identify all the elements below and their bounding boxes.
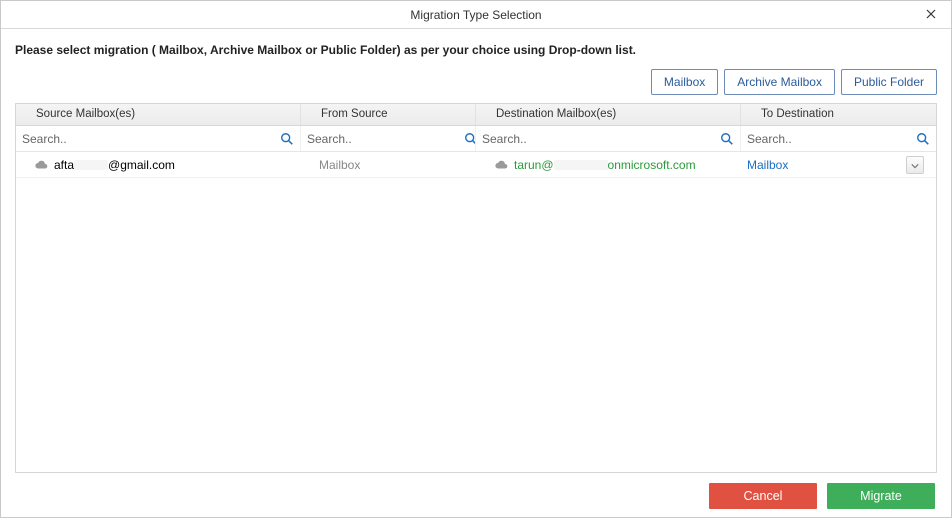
col-header-to[interactable]: To Destination	[741, 104, 936, 125]
chevron-down-icon	[911, 158, 919, 172]
dest-mail-prefix: tarun@	[514, 158, 554, 172]
search-to-input[interactable]	[745, 128, 914, 150]
title-bar: Migration Type Selection	[1, 1, 951, 29]
to-destination-dropdown[interactable]	[906, 156, 924, 174]
window-title: Migration Type Selection	[410, 8, 541, 22]
redacted-region	[74, 160, 108, 170]
from-source-cell: Mailbox	[301, 158, 476, 172]
search-icon[interactable]	[278, 130, 296, 148]
col-header-dest[interactable]: Destination Mailbox(es)	[476, 104, 741, 125]
migration-grid: Source Mailbox(es) From Source Destinati…	[15, 103, 937, 473]
grid-search-row	[16, 126, 936, 152]
source-mail-suffix: @gmail.com	[108, 158, 175, 172]
to-destination-cell: Mailbox	[741, 156, 936, 174]
grid-header: Source Mailbox(es) From Source Destinati…	[16, 104, 936, 126]
migrate-button[interactable]: Migrate	[827, 483, 935, 509]
to-destination-value[interactable]: Mailbox	[747, 158, 788, 172]
source-mailbox-cell: afta @gmail.com	[16, 158, 301, 172]
cloud-icon	[34, 160, 48, 170]
instruction-text: Please select migration ( Mailbox, Archi…	[15, 43, 937, 57]
search-icon[interactable]	[718, 130, 736, 148]
cloud-icon	[494, 160, 508, 170]
footer: Cancel Migrate	[1, 473, 951, 519]
redacted-region	[554, 160, 608, 170]
search-icon[interactable]	[464, 130, 476, 148]
cancel-button[interactable]: Cancel	[709, 483, 817, 509]
type-button-row: Mailbox Archive Mailbox Public Folder	[15, 69, 937, 95]
search-dest-input[interactable]	[480, 128, 718, 150]
close-icon	[926, 8, 936, 22]
dest-mail-suffix: onmicrosoft.com	[608, 158, 696, 172]
public-folder-type-button[interactable]: Public Folder	[841, 69, 937, 95]
table-row[interactable]: afta @gmail.com Mailbox tarun@ onmicrosoft…	[16, 152, 936, 178]
search-source-input[interactable]	[20, 128, 278, 150]
col-header-from[interactable]: From Source	[301, 104, 476, 125]
col-header-source[interactable]: Source Mailbox(es)	[16, 104, 301, 125]
source-mail-prefix: afta	[54, 158, 74, 172]
grid-body: afta @gmail.com Mailbox tarun@ onmicrosoft…	[16, 152, 936, 472]
search-icon[interactable]	[914, 130, 932, 148]
close-button[interactable]	[911, 1, 951, 29]
mailbox-type-button[interactable]: Mailbox	[651, 69, 718, 95]
dest-mailbox-cell: tarun@ onmicrosoft.com	[476, 158, 741, 172]
search-from-input[interactable]	[305, 128, 464, 150]
archive-mailbox-type-button[interactable]: Archive Mailbox	[724, 69, 835, 95]
